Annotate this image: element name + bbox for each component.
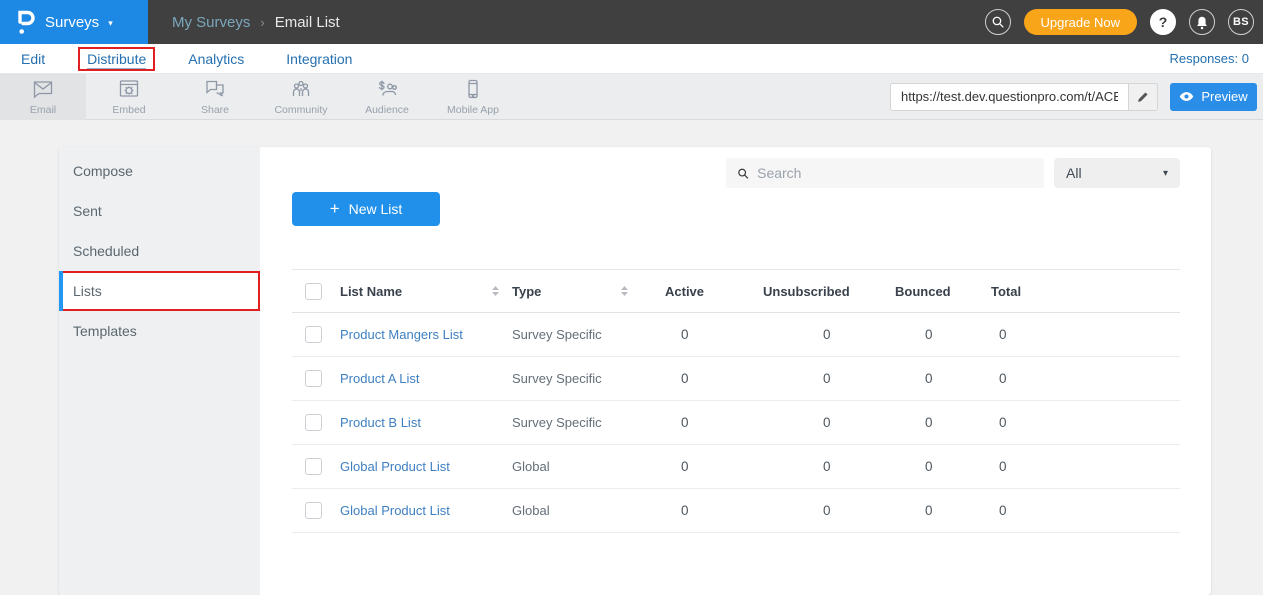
- topbar-actions: Upgrade Now ? BS: [985, 9, 1263, 35]
- list-name-link[interactable]: Product Mangers List: [340, 327, 512, 342]
- table-row: Global Product List Global 0 0 0 0: [292, 445, 1180, 489]
- upgrade-now-button[interactable]: Upgrade Now: [1024, 9, 1138, 35]
- column-header-unsubscribed: Unsubscribed: [763, 284, 895, 299]
- column-header-bounced: Bounced: [895, 284, 991, 299]
- table-row: Global Product List Global 0 0 0 0: [292, 489, 1180, 533]
- tab-embed[interactable]: Embed: [86, 74, 172, 120]
- table-row: Product A List Survey Specific 0 0 0 0: [292, 357, 1180, 401]
- embed-icon: [117, 77, 141, 101]
- tab-email[interactable]: Email: [0, 74, 86, 120]
- responses-count[interactable]: Responses: 0: [1170, 51, 1250, 66]
- list-name-link[interactable]: Global Product List: [340, 503, 512, 518]
- sidebar-item-sent[interactable]: Sent: [59, 191, 260, 231]
- tab-audience[interactable]: Audience: [344, 74, 430, 120]
- list-name-link[interactable]: Product B List: [340, 415, 512, 430]
- question-mark-icon: ?: [1159, 14, 1168, 30]
- edit-url-button[interactable]: [1128, 84, 1157, 110]
- survey-nav: Edit Distribute Analytics Integration Re…: [0, 44, 1263, 74]
- column-header-list-name[interactable]: List Name: [340, 284, 512, 299]
- row-checkbox[interactable]: [305, 414, 322, 431]
- mobile-app-icon: [461, 77, 485, 101]
- sidebar-item-scheduled[interactable]: Scheduled: [59, 231, 260, 271]
- new-list-label: New List: [349, 201, 403, 217]
- email-sidebar: Compose Sent Scheduled Lists Templates: [59, 147, 260, 595]
- notifications-button[interactable]: [1189, 9, 1215, 35]
- new-list-button[interactable]: + New List: [292, 192, 440, 226]
- table-row: Product Mangers List Survey Specific 0 0…: [292, 313, 1180, 357]
- breadcrumb: My Surveys › Email List: [172, 14, 340, 31]
- audience-icon: [375, 77, 399, 101]
- chevron-down-icon: ▾: [108, 18, 113, 29]
- eye-icon: [1179, 91, 1194, 102]
- search-button[interactable]: [985, 9, 1011, 35]
- avatar[interactable]: BS: [1228, 9, 1254, 35]
- tab-distribute[interactable]: Distribute: [80, 49, 153, 69]
- chevron-down-icon: ▾: [1163, 168, 1168, 179]
- preview-label: Preview: [1201, 89, 1247, 104]
- page-title: Email List: [275, 14, 340, 31]
- breadcrumb-separator: ›: [260, 15, 264, 30]
- pencil-icon: [1136, 90, 1150, 104]
- bell-icon: [1195, 15, 1209, 30]
- list-name-link[interactable]: Product A List: [340, 371, 512, 386]
- topbar: Surveys ▾ My Surveys › Email List Upgrad…: [0, 0, 1263, 44]
- share-icon: [203, 77, 227, 101]
- avatar-initials: BS: [1233, 16, 1249, 28]
- sort-icon[interactable]: [620, 285, 629, 297]
- sidebar-item-templates[interactable]: Templates: [59, 311, 260, 351]
- list-search: [726, 158, 1044, 188]
- row-checkbox[interactable]: [305, 458, 322, 475]
- list-controls: All ▾: [292, 158, 1180, 188]
- email-lists-panel: Compose Sent Scheduled Lists Templates A…: [59, 147, 1211, 595]
- sidebar-item-lists[interactable]: Lists: [59, 271, 260, 311]
- table-row: Product B List Survey Specific 0 0 0 0: [292, 401, 1180, 445]
- column-header-type[interactable]: Type: [512, 284, 665, 299]
- survey-link-group: Preview: [890, 83, 1263, 111]
- survey-url-wrap: [890, 83, 1158, 111]
- tab-edit[interactable]: Edit: [14, 49, 52, 69]
- community-icon: [289, 77, 313, 101]
- search-input[interactable]: [757, 165, 1033, 181]
- select-all-checkbox[interactable]: [305, 283, 322, 300]
- row-checkbox[interactable]: [305, 502, 322, 519]
- search-icon: [737, 167, 749, 180]
- breadcrumb-parent[interactable]: My Surveys: [172, 14, 250, 31]
- row-checkbox[interactable]: [305, 370, 322, 387]
- list-name-link[interactable]: Global Product List: [340, 459, 512, 474]
- sort-icon[interactable]: [491, 285, 500, 297]
- search-icon: [991, 15, 1005, 29]
- tab-integration[interactable]: Integration: [279, 49, 359, 69]
- table-header-row: List Name Type Active Unsubscribed Bounc…: [292, 269, 1180, 313]
- column-header-active: Active: [665, 284, 763, 299]
- row-checkbox[interactable]: [305, 326, 322, 343]
- tab-analytics[interactable]: Analytics: [181, 49, 251, 69]
- plus-icon: +: [330, 200, 340, 217]
- active-indicator: [59, 271, 63, 311]
- list-type-filter[interactable]: All ▾: [1054, 158, 1180, 188]
- distribute-toolbar: Email Embed Share Community: [0, 74, 1263, 120]
- survey-url-input[interactable]: [891, 84, 1128, 110]
- preview-button[interactable]: Preview: [1170, 83, 1257, 111]
- app-menu[interactable]: Surveys ▾: [0, 0, 148, 44]
- help-button[interactable]: ?: [1150, 9, 1176, 35]
- app-menu-label: Surveys: [45, 14, 99, 31]
- sidebar-item-compose[interactable]: Compose: [59, 151, 260, 191]
- questionpro-logo-icon: [16, 9, 36, 35]
- filter-selected-value: All: [1066, 165, 1082, 181]
- tab-mobile-app[interactable]: Mobile App: [430, 74, 516, 120]
- lists-main: All ▾ + New List List Name Type: [260, 147, 1211, 595]
- tab-share[interactable]: Share: [172, 74, 258, 120]
- tab-community[interactable]: Community: [258, 74, 344, 120]
- email-icon: [31, 77, 55, 101]
- lists-table: List Name Type Active Unsubscribed Bounc…: [292, 269, 1180, 533]
- column-header-total: Total: [991, 284, 1180, 299]
